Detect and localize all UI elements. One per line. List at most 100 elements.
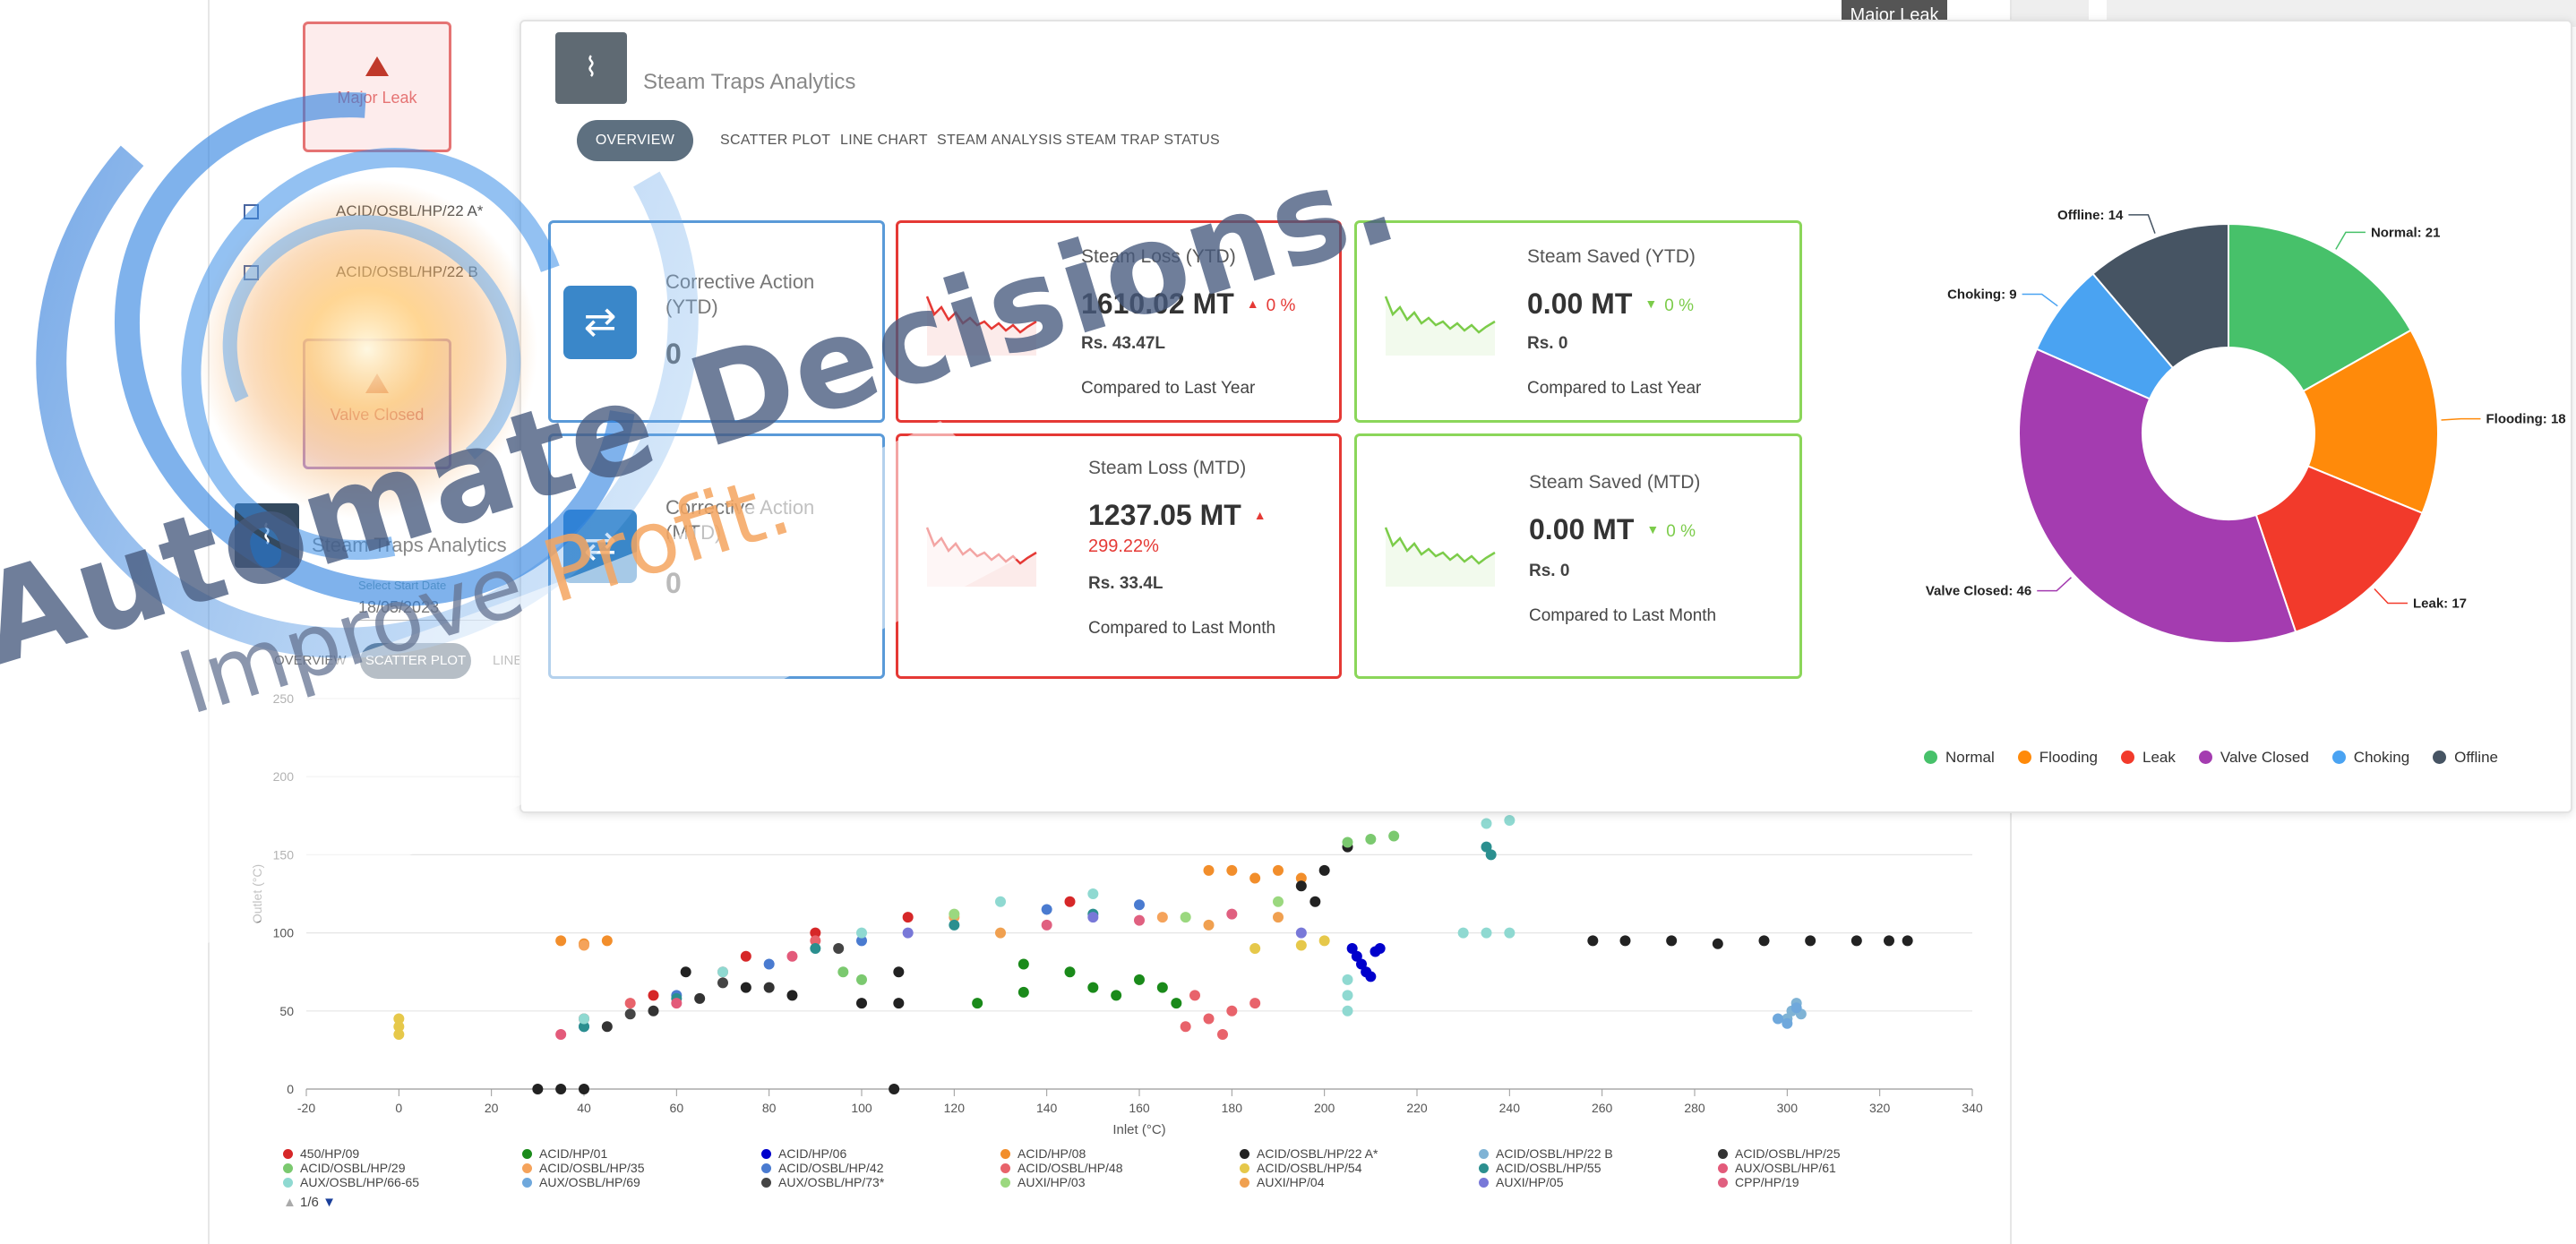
donut-legend-item[interactable]: Flooding bbox=[2017, 749, 2098, 767]
tab-scatter-plot[interactable]: SCATTER PLOT bbox=[720, 120, 830, 161]
legend-item[interactable]: ACID/OSBL/HP/35 bbox=[522, 1161, 645, 1175]
scatter-point bbox=[1134, 974, 1145, 985]
x-tick-label: 340 bbox=[1962, 1101, 1983, 1115]
legend-dot bbox=[283, 1163, 293, 1173]
scatter-point bbox=[1902, 935, 1913, 947]
warning-icon bbox=[365, 373, 389, 393]
scatter-point bbox=[1087, 982, 1099, 993]
legend-item[interactable]: ACID/HP/08 bbox=[1000, 1146, 1086, 1161]
legend-item[interactable]: AUX/OSBL/HP/73* bbox=[761, 1175, 884, 1189]
legend-pager[interactable]: ▲ 1/6 ▼ bbox=[283, 1195, 336, 1210]
trap-checkbox[interactable] bbox=[244, 204, 259, 220]
steam-loss-mtd-pct: 299.22% bbox=[1088, 536, 1159, 556]
scatter-point bbox=[1850, 935, 1862, 947]
legend-label: AUX/OSBL/HP/69 bbox=[539, 1175, 640, 1189]
scatter-point bbox=[1295, 927, 1307, 939]
tab-steam-analysis[interactable]: STEAM ANALYSIS bbox=[937, 120, 1062, 161]
scatter-point bbox=[893, 998, 905, 1009]
scatter-point bbox=[648, 990, 659, 1001]
legend-item[interactable]: AUX/OSBL/HP/66-65 bbox=[283, 1175, 419, 1189]
scatter-point bbox=[532, 1084, 544, 1094]
major-leak-card[interactable]: Major Leak bbox=[303, 21, 451, 152]
scatter-point bbox=[694, 992, 706, 1004]
legend-item[interactable]: 450/HP/09 bbox=[283, 1146, 359, 1161]
legend-dot bbox=[1240, 1149, 1249, 1159]
legend-item[interactable]: CPP/HP/19 bbox=[1718, 1175, 1799, 1189]
legend-dot bbox=[1479, 1163, 1489, 1173]
y-tick-label: 150 bbox=[273, 847, 295, 862]
legend-label: Normal bbox=[1945, 749, 1995, 766]
x-tick-label: 140 bbox=[1036, 1101, 1058, 1115]
scatter-point bbox=[1365, 971, 1377, 982]
scatter-point bbox=[717, 977, 728, 989]
legend-dot bbox=[1718, 1178, 1728, 1188]
legend-item[interactable]: AUXI/HP/03 bbox=[1000, 1175, 1085, 1189]
legend-item[interactable]: AUXI/HP/04 bbox=[1240, 1175, 1324, 1189]
trend-icon: ⌇ bbox=[555, 32, 627, 104]
legend-item[interactable]: ACID/OSBL/HP/22 B bbox=[1479, 1146, 1613, 1161]
legend-dot bbox=[2331, 751, 2346, 764]
legend-label: AUX/OSBL/HP/61 bbox=[1735, 1161, 1836, 1175]
steam-saved-ytd-value: 0.00 MT bbox=[1527, 287, 1633, 320]
y-tick-label: 200 bbox=[273, 769, 295, 784]
scatter-point bbox=[1273, 912, 1284, 923]
scatter-point bbox=[1273, 864, 1284, 876]
down-arrow-icon: ▼ bbox=[1646, 522, 1660, 536]
legend-dot bbox=[1924, 751, 1937, 764]
legend-item[interactable]: ACID/HP/06 bbox=[761, 1146, 846, 1161]
scatter-point bbox=[1342, 990, 1353, 1001]
legend-prev-icon[interactable]: ▲ bbox=[283, 1195, 296, 1210]
donut-legend-item[interactable]: Choking bbox=[2331, 749, 2409, 767]
scatter-point bbox=[1018, 958, 1029, 970]
scatter-point bbox=[555, 1028, 567, 1040]
scatter-point bbox=[579, 939, 589, 951]
legend-dot bbox=[1240, 1178, 1249, 1188]
donut-legend-item[interactable]: Valve Closed bbox=[2198, 749, 2309, 767]
scatter-point bbox=[1457, 927, 1469, 939]
legend-item[interactable]: AUX/OSBL/HP/69 bbox=[522, 1175, 640, 1189]
steam-saved-ytd-pct: 0 % bbox=[1664, 296, 1694, 315]
legend-dot bbox=[761, 1163, 771, 1173]
legend-item[interactable]: ACID/OSBL/HP/42 bbox=[761, 1161, 884, 1175]
steam-saved-ytd-title: Steam Saved (YTD) bbox=[1527, 246, 1696, 267]
legend-dot bbox=[522, 1149, 532, 1159]
trap-row[interactable]: ACID/OSBL/HP/22 A* bbox=[244, 202, 483, 220]
trap-checkbox[interactable] bbox=[244, 265, 259, 281]
legend-item[interactable]: ACID/OSBL/HP/22 A* bbox=[1240, 1146, 1378, 1161]
legend-item[interactable]: ACID/OSBL/HP/54 bbox=[1240, 1161, 1362, 1175]
steam-saved-mtd-title: Steam Saved (MTD) bbox=[1529, 472, 1701, 493]
legend-item[interactable]: AUX/OSBL/HP/61 bbox=[1718, 1161, 1836, 1175]
legend-item[interactable]: AUXI/HP/05 bbox=[1479, 1175, 1563, 1189]
donut-legend-item[interactable]: Leak bbox=[2121, 749, 2176, 767]
up-arrow-icon: ▲ bbox=[1253, 508, 1267, 522]
legend-dot bbox=[1000, 1149, 1010, 1159]
steam-saved-mtd-pct: 0 % bbox=[1666, 522, 1696, 541]
scatter-point bbox=[1041, 919, 1052, 931]
donut-label-connector bbox=[2335, 231, 2366, 250]
legend-item[interactable]: ACID/OSBL/HP/29 bbox=[283, 1161, 406, 1175]
donut-slice-valve-closed[interactable] bbox=[2018, 347, 2297, 644]
scatter-point bbox=[1134, 899, 1145, 911]
legend-next-icon[interactable]: ▼ bbox=[322, 1195, 336, 1210]
tab-steam-trap-status[interactable]: STEAM TRAP STATUS bbox=[1066, 120, 1220, 161]
legend-item[interactable]: ACID/HP/01 bbox=[522, 1146, 607, 1161]
legend-item[interactable]: ACID/OSBL/HP/25 bbox=[1718, 1146, 1841, 1161]
tab-overview[interactable]: OVERVIEW bbox=[577, 120, 693, 161]
trap-row[interactable]: ACID/OSBL/HP/22 B bbox=[244, 263, 478, 281]
tab-line[interactable]: LINE bbox=[493, 643, 522, 679]
steam-saved-mtd-card[interactable]: Steam Saved (MTD) 0.00 MT ▼ 0 % Rs. 0 Comp… bbox=[1354, 433, 1802, 679]
legend-item[interactable]: ACID/OSBL/HP/48 bbox=[1000, 1161, 1123, 1175]
donut-legend-item[interactable]: Offline bbox=[2433, 749, 2498, 767]
x-tick-label: 80 bbox=[762, 1101, 777, 1115]
scatter-point bbox=[1504, 815, 1516, 827]
tab-line-chart[interactable]: LINE CHART bbox=[840, 120, 928, 161]
legend-label: ACID/OSBL/HP/22 A* bbox=[1257, 1146, 1378, 1161]
legend-label: 450/HP/09 bbox=[300, 1146, 360, 1161]
scatter-point bbox=[995, 927, 1006, 939]
donut-legend-item[interactable]: Normal bbox=[1924, 749, 1995, 767]
x-tick-label: 260 bbox=[1592, 1101, 1613, 1115]
legend-dot bbox=[1718, 1163, 1728, 1173]
legend-item[interactable]: ACID/OSBL/HP/55 bbox=[1479, 1161, 1601, 1175]
legend-label: AUX/OSBL/HP/73* bbox=[778, 1175, 885, 1189]
legend-dot bbox=[522, 1163, 532, 1173]
